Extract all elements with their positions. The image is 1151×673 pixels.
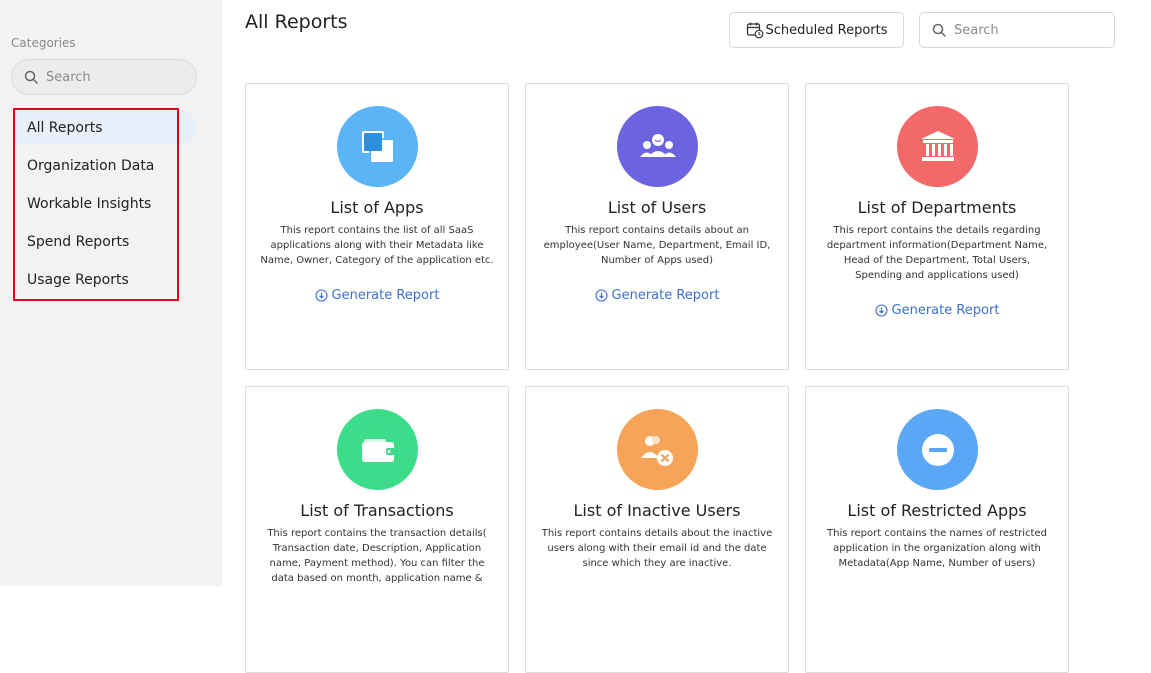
- generate-report-link[interactable]: Generate Report: [246, 288, 508, 303]
- search-icon: [24, 70, 38, 84]
- sidebar-item-all-reports[interactable]: All Reports: [27, 118, 103, 138]
- category-search-input[interactable]: Search: [11, 59, 197, 95]
- sidebar-item-workable-insights[interactable]: Workable Insights: [27, 194, 151, 214]
- card-title: List of Users: [607, 198, 707, 217]
- generate-report-label: Generate Report: [611, 288, 720, 303]
- card-title: List of Restricted Apps: [847, 501, 1027, 520]
- card-title: List of Apps: [330, 198, 424, 217]
- sidebar-item-organization-data[interactable]: Organization Data: [27, 156, 154, 176]
- report-card-apps[interactable]: List of Apps This report contains the li…: [245, 83, 509, 370]
- report-card-departments[interactable]: List of Departments This report contains…: [805, 83, 1069, 370]
- sidebar: Categories Search All Reports Organizati…: [0, 0, 222, 586]
- sidebar-item-usage-reports[interactable]: Usage Reports: [27, 270, 129, 290]
- generate-report-label: Generate Report: [891, 303, 1000, 318]
- scheduled-reports-button[interactable]: Scheduled Reports: [729, 12, 904, 48]
- report-card-transactions[interactable]: List of Transactions This report contain…: [245, 386, 509, 673]
- inactive-users-icon: [617, 409, 698, 490]
- generate-report-label: Generate Report: [331, 288, 440, 303]
- card-description: This report contains the names of restri…: [827, 528, 1047, 569]
- card-description: This report contains details about the i…: [541, 528, 773, 569]
- report-card-users[interactable]: List of Users This report contains detai…: [525, 83, 789, 370]
- card-title: List of Departments: [857, 198, 1017, 217]
- card-title: List of Inactive Users: [573, 501, 741, 520]
- report-card-inactive-users[interactable]: List of Inactive Users This report conta…: [525, 386, 789, 673]
- card-description: This report contains the details regardi…: [826, 225, 1048, 281]
- apps-icon: [337, 106, 418, 187]
- restricted-icon: [897, 409, 978, 490]
- card-description: This report contains details about an em…: [543, 225, 771, 266]
- categories-label: Categories: [11, 36, 76, 50]
- card-description: This report contains the list of all Saa…: [260, 225, 494, 266]
- report-card-restricted-apps[interactable]: List of Restricted Apps This report cont…: [805, 386, 1069, 673]
- scheduled-reports-label: Scheduled Reports: [765, 22, 888, 38]
- download-circle-icon: [594, 289, 608, 302]
- generate-report-link[interactable]: Generate Report: [806, 303, 1068, 318]
- page-title: All Reports: [245, 11, 348, 33]
- building-icon: [897, 106, 978, 187]
- card-description: This report contains the transaction det…: [267, 528, 487, 584]
- report-search-placeholder: Search: [954, 22, 999, 38]
- users-icon: [617, 106, 698, 187]
- card-title: List of Transactions: [300, 501, 454, 520]
- generate-report-link[interactable]: Generate Report: [526, 288, 788, 303]
- download-circle-icon: [874, 304, 888, 317]
- download-circle-icon: [314, 289, 328, 302]
- sidebar-item-spend-reports[interactable]: Spend Reports: [27, 232, 129, 252]
- calendar-clock-icon: [746, 22, 763, 39]
- category-search-placeholder: Search: [46, 69, 91, 85]
- search-icon: [932, 23, 946, 37]
- wallet-icon: [337, 409, 418, 490]
- report-search-input[interactable]: Search: [919, 12, 1115, 48]
